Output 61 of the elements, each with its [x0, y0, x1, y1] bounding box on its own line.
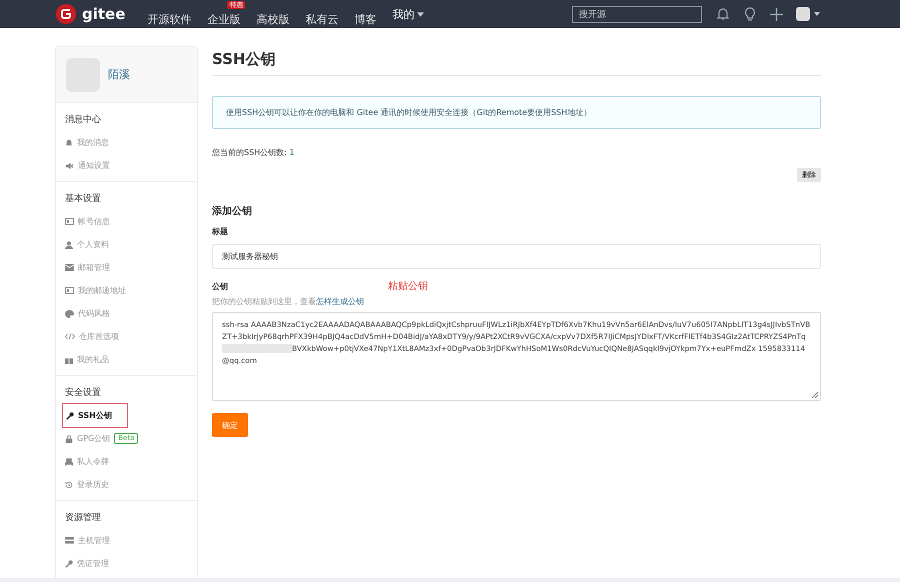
nav-link[interactable]: 开源软件	[147, 13, 192, 26]
sidebar-item[interactable]: 私人令牌	[63, 450, 113, 473]
lightbulb-icon[interactable]	[743, 7, 757, 21]
history-icon	[65, 480, 73, 488]
sidebar-item[interactable]: 代码风格	[63, 302, 114, 325]
bell-icon	[65, 138, 73, 146]
sidebar-item[interactable]: 我的邮递地址	[63, 279, 130, 302]
field-label: 标题	[212, 226, 229, 237]
resize-grip-icon[interactable]	[812, 392, 818, 398]
plus-icon[interactable]	[770, 8, 783, 20]
id-card-icon	[65, 287, 74, 294]
help-link[interactable]: 怎样生成公钥	[316, 296, 364, 307]
annotation-text: 粘贴公钥	[388, 280, 428, 293]
logo-text[interactable]: gitee	[82, 5, 126, 23]
confirm-button[interactable]: 确定	[212, 413, 248, 437]
field-label: 公钥	[212, 281, 229, 292]
section-title: 安全设置	[65, 386, 102, 400]
sidebar-item[interactable]: 我的礼品	[63, 348, 113, 371]
search-field[interactable]: 搜开源	[572, 6, 702, 22]
title-input-field[interactable]: 测试服务器秘钥	[212, 244, 821, 269]
speaker-icon	[65, 162, 74, 170]
sidebar-item[interactable]: 登录历史	[63, 473, 113, 496]
person-icon	[65, 240, 73, 248]
section-title: 基本设置	[65, 192, 102, 206]
sidebar-item[interactable]: 主机管理	[63, 529, 114, 552]
nav-link[interactable]: 高校版	[256, 13, 290, 26]
my-menu[interactable]: 我的	[392, 8, 424, 20]
hint-text: 把你的公钥粘贴到这里，查看	[212, 296, 316, 307]
sidebar-item[interactable]: 帐号信息	[63, 210, 114, 233]
sidebar-item[interactable]: 邮箱管理	[63, 256, 114, 279]
nav-link[interactable]: 私有云	[305, 13, 338, 26]
key-icon	[65, 560, 73, 568]
envelope-icon	[65, 264, 74, 271]
palette-icon	[65, 310, 74, 318]
key-icon	[66, 412, 74, 420]
sidebar-item[interactable]: 凭证管理	[63, 552, 113, 575]
server-icon	[65, 537, 74, 544]
sidebar-item[interactable]: SSH公钥	[63, 404, 127, 427]
nav-link[interactable]: 博客	[354, 13, 376, 26]
logo-icon[interactable]	[56, 4, 76, 24]
notification-bell-icon[interactable]	[716, 7, 730, 21]
seat-icon	[65, 458, 73, 466]
user-avatar[interactable]	[796, 7, 810, 21]
caret-icon	[417, 12, 424, 16]
info-notice: 使用SSH公钥可以让你在你的电脑和 Gitee 通讯的时候使用安全连接（Git的Remote要使用SSH地址）	[212, 96, 821, 129]
sidebar-item[interactable]: 个人资料	[63, 233, 113, 256]
section-heading: 添加公钥	[212, 204, 253, 218]
key-count-text: 您当前的SSH公钥数: 1	[212, 147, 296, 158]
lock-icon	[65, 434, 73, 442]
page-title: SSH公钥	[212, 50, 821, 76]
nav-link[interactable]: 企业版	[207, 13, 240, 26]
username[interactable]: 陌溪	[108, 67, 130, 82]
sidebar-item[interactable]: 我的消息	[63, 131, 113, 154]
code-icon	[65, 333, 75, 340]
gift-icon	[65, 356, 73, 364]
sidebar-item[interactable]: 仓库首选项	[63, 325, 123, 348]
caret-icon[interactable]	[814, 12, 820, 16]
sidebar-item[interactable]: 通知设置	[63, 154, 114, 177]
section-title: 资源管理	[65, 512, 102, 525]
id-card-icon	[65, 218, 74, 225]
section-title: 消息中心	[65, 114, 102, 127]
